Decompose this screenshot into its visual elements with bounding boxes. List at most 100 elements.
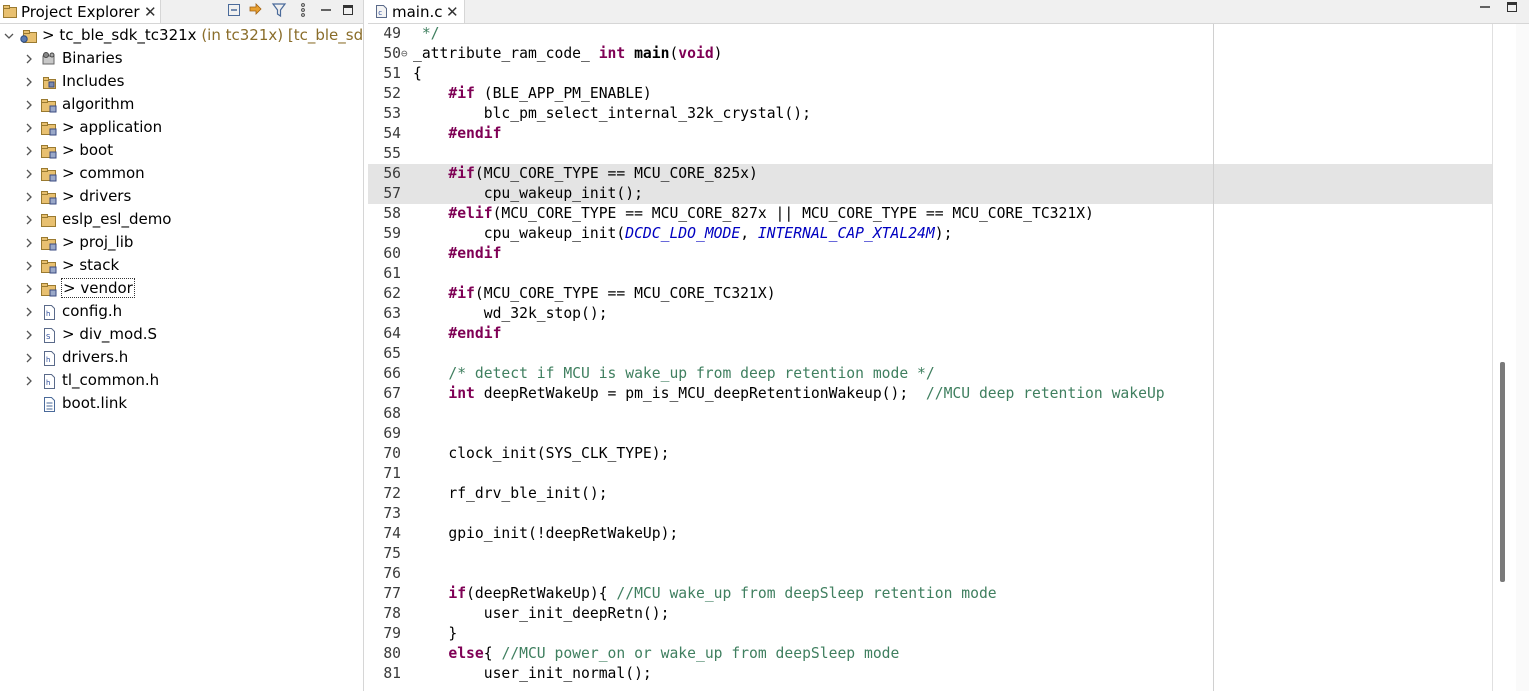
code-text: cpu_wakeup_init(); <box>413 184 643 204</box>
chevron-right-icon[interactable] <box>24 77 34 87</box>
tree-item-application[interactable]: > application <box>0 117 363 139</box>
code-line[interactable]: 53 blc_pm_select_internal_32k_crystal(); <box>368 104 1492 124</box>
scrollbar-thumb[interactable] <box>1500 362 1505 582</box>
code-text: #endif <box>413 124 501 144</box>
code-line[interactable]: 59 cpu_wakeup_init(DCDC_LDO_MODE, INTERN… <box>368 224 1492 244</box>
tree-item-name: eslp_esl_demo <box>62 210 172 228</box>
code-editor[interactable]: 49 */50 ⊖ _attribute_ram_code_ int main(vo… <box>368 24 1492 691</box>
code-line[interactable]: 76 <box>368 564 1492 584</box>
code-line[interactable]: 68 <box>368 404 1492 424</box>
tree-item-prefix: > <box>63 279 81 297</box>
code-line[interactable]: 58 #elif(MCU_CORE_TYPE == MCU_CORE_827x … <box>368 204 1492 224</box>
collapse-all-icon[interactable] <box>226 2 242 18</box>
vertical-scrollbar[interactable] <box>1500 24 1510 691</box>
code-line[interactable]: 75 <box>368 544 1492 564</box>
tree-item-drivers-h[interactable]: h drivers.h <box>0 347 363 369</box>
code-text: gpio_init(!deepRetWakeUp); <box>413 524 678 544</box>
chevron-right-icon[interactable] <box>24 376 34 386</box>
tree-item-config-h[interactable]: h config.h <box>0 301 363 323</box>
code-line[interactable]: 74 gpio_init(!deepRetWakeUp); <box>368 524 1492 544</box>
tree-item-vendor[interactable]: > vendor <box>0 278 363 300</box>
keyword-token: int <box>598 45 626 62</box>
chevron-right-icon[interactable] <box>24 215 34 225</box>
tree-item-boot[interactable]: > boot <box>0 140 363 162</box>
chevron-right-icon[interactable] <box>24 261 34 271</box>
tree-item-stack[interactable]: > stack <box>0 255 363 277</box>
svg-text:h: h <box>46 379 50 387</box>
code-line[interactable]: 78 user_init_deepRetn(); <box>368 604 1492 624</box>
tree-item-algorithm[interactable]: algorithm <box>0 94 363 116</box>
code-line[interactable]: 56 #if(MCU_CORE_TYPE == MCU_CORE_825x) <box>368 164 1492 184</box>
project-explorer-tab-label: Project Explorer <box>21 2 140 21</box>
code-line[interactable]: 54 #endif <box>368 124 1492 144</box>
chevron-right-icon[interactable] <box>24 123 34 133</box>
tree-item-div-mod-s[interactable]: S > div_mod.S <box>0 324 363 346</box>
code-token: (MCU_CORE_TYPE == MCU_CORE_827x || MCU_C… <box>492 205 1094 222</box>
code-line[interactable]: 65 <box>368 344 1492 364</box>
project-explorer-tab[interactable]: Project Explorer ✕ <box>0 0 161 23</box>
code-line[interactable]: 50 ⊖ _attribute_ram_code_ int main(void) <box>368 44 1492 64</box>
tree-item-common[interactable]: > common <box>0 163 363 185</box>
code-line[interactable]: 72 rf_drv_ble_init(); <box>368 484 1492 504</box>
code-line[interactable]: 69 <box>368 424 1492 444</box>
code-line[interactable]: 73 <box>368 504 1492 524</box>
tree-item-prefix: > <box>62 256 80 274</box>
tree-item-tl-common-h[interactable]: h tl_common.h <box>0 370 363 392</box>
code-text: cpu_wakeup_init(DCDC_LDO_MODE, INTERNAL_… <box>413 224 953 244</box>
tree-item-eslp-esl-demo[interactable]: eslp_esl_demo <box>0 209 363 231</box>
close-icon[interactable]: ✕ <box>144 3 157 21</box>
code-line[interactable]: 66 /* detect if MCU is wake_up from deep… <box>368 364 1492 384</box>
chevron-right-icon[interactable] <box>24 192 34 202</box>
code-line[interactable]: 70 clock_init(SYS_CLK_TYPE); <box>368 444 1492 464</box>
line-number: 53 <box>383 105 401 122</box>
chevron-right-icon[interactable] <box>24 330 34 340</box>
filter-icon[interactable] <box>271 2 287 18</box>
code-line[interactable]: 80 else{ //MCU power_on or wake_up from … <box>368 644 1492 664</box>
chevron-right-icon[interactable] <box>24 54 34 64</box>
code-line[interactable]: 57 cpu_wakeup_init(); <box>368 184 1492 204</box>
tree-item-proj-lib[interactable]: > proj_lib <box>0 232 363 254</box>
chevron-right-icon[interactable] <box>24 169 34 179</box>
minimize-icon[interactable] <box>318 2 334 18</box>
code-token: ); <box>934 225 953 242</box>
tree-item-includes[interactable]: Includes <box>0 71 363 93</box>
code-line[interactable]: 64 #endif <box>368 324 1492 344</box>
tree-item-binaries[interactable]: Binaries <box>0 48 363 70</box>
chevron-right-icon[interactable] <box>24 100 34 110</box>
code-line[interactable]: 51 { <box>368 64 1492 84</box>
maximize-icon[interactable] <box>340 2 356 18</box>
editor-minimize-icon[interactable] <box>1478 0 1492 14</box>
tree-item-boot-link[interactable]: boot.link <box>0 393 363 415</box>
chevron-down-icon[interactable] <box>4 31 14 41</box>
fold-toggle-icon[interactable]: ⊖ <box>401 44 411 64</box>
editor-maximize-icon[interactable] <box>1505 0 1519 14</box>
code-line[interactable]: 79 } <box>368 624 1492 644</box>
chevron-right-icon[interactable] <box>24 146 34 156</box>
code-line[interactable]: 81 user_init_normal(); <box>368 664 1492 684</box>
code-line[interactable]: 60 #endif <box>368 244 1492 264</box>
chevron-right-icon[interactable] <box>24 353 34 363</box>
code-line[interactable]: 61 <box>368 264 1492 284</box>
chevron-right-icon[interactable] <box>24 307 34 317</box>
overview-ruler[interactable] <box>1516 24 1529 691</box>
code-line[interactable]: 49 */ <box>368 24 1492 44</box>
code-token: _attribute_ram_code_ <box>413 45 599 62</box>
code-line[interactable]: 63 wd_32k_stop(); <box>368 304 1492 324</box>
code-line[interactable]: 67 int deepRetWakeUp = pm_is_MCU_deepRet… <box>368 384 1492 404</box>
close-icon[interactable]: ✕ <box>446 3 459 21</box>
code-line[interactable]: 71 <box>368 464 1492 484</box>
editor-tab-main-c[interactable]: c main.c ✕ <box>368 0 465 23</box>
code-line[interactable]: 55 <box>368 144 1492 164</box>
code-token: { <box>483 645 502 662</box>
code-line[interactable]: 52 #if (BLE_APP_PM_ENABLE) <box>368 84 1492 104</box>
chevron-right-icon[interactable] <box>24 238 34 248</box>
tree-item-drivers[interactable]: > drivers <box>0 186 363 208</box>
code-line[interactable]: 62 #if(MCU_CORE_TYPE == MCU_CORE_TC321X) <box>368 284 1492 304</box>
project-tree-root[interactable]: > tc_ble_sdk_tc321x (in tc321x) [tc_ble_… <box>0 25 363 47</box>
link-with-editor-icon[interactable] <box>248 2 264 18</box>
chevron-right-icon[interactable] <box>24 284 34 294</box>
view-menu-icon[interactable] <box>295 2 311 18</box>
project-name: tc_ble_sdk_tc321x <box>59 26 197 44</box>
code-line[interactable]: 77 if(deepRetWakeUp){ //MCU wake_up from… <box>368 584 1492 604</box>
